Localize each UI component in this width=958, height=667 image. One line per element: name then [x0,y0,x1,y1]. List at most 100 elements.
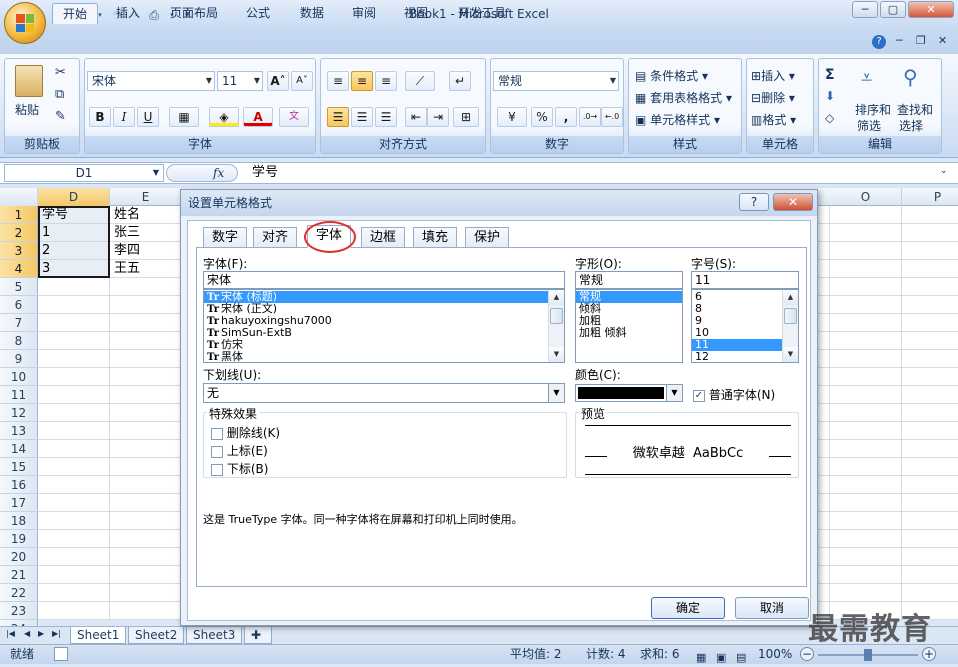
decrease-decimal-icon[interactable]: ←.0 [601,107,623,127]
column-header[interactable]: E [110,188,182,206]
increase-decimal-icon[interactable]: .0→ [579,107,601,127]
number-format-combo[interactable]: 常规 ▼ [493,71,619,91]
row-header[interactable]: 1 [0,206,38,224]
cancel-button[interactable]: 取消 [735,597,809,619]
find-select-label[interactable]: 查找和 [897,101,933,118]
font-list-scrollbar[interactable]: ▲ ▼ [548,290,564,362]
insert-function-icon[interactable]: fx [213,165,224,181]
scroll-down-icon[interactable]: ▼ [549,347,564,362]
color-picker[interactable]: ▼ [575,384,683,402]
list-item[interactable]: Tr 仿宋 [204,339,564,352]
row-header[interactable]: 4 [0,260,38,278]
merge-center-icon[interactable]: ⊞ [453,107,479,127]
sort-filter-label[interactable]: 排序和 [855,101,891,118]
scroll-up-icon[interactable]: ▲ [549,290,564,305]
expand-formula-bar-icon[interactable]: ⌄ [940,166,948,176]
list-item[interactable]: Tr 黑体 [204,351,564,363]
comma-button[interactable]: , [555,107,577,127]
help-icon[interactable]: ? [872,35,886,49]
last-sheet-icon[interactable]: ▶| [52,629,61,638]
office-button[interactable] [4,2,46,44]
align-center-icon[interactable]: ☰ [351,107,373,127]
workbook-close-icon[interactable]: ✕ [938,34,947,47]
underline-select[interactable]: 无 ▼ [203,383,565,403]
row-header[interactable]: 5 [0,278,38,296]
first-sheet-icon[interactable]: |◀ [6,629,15,638]
cell-e3[interactable]: 李四 [112,242,140,260]
row-header[interactable]: 15 [0,458,38,476]
sort-filter-icon[interactable]: ⩡ [861,65,872,89]
font-size-combo[interactable]: 11 ▼ [217,71,263,91]
table-format-button[interactable]: ▦ 套用表格格式 ▾ [635,89,732,106]
wrap-text-icon[interactable]: ↵ [449,71,471,91]
scroll-up-icon[interactable]: ▲ [783,290,798,305]
delete-cells-button[interactable]: ⊟删除 ▾ [751,89,795,106]
align-bottom-icon[interactable]: ≡ [375,71,397,91]
autosum-icon[interactable]: Σ [825,67,835,83]
scroll-thumb[interactable] [784,308,797,324]
column-header[interactable]: P [902,188,958,206]
ok-button[interactable]: 确定 [651,597,725,619]
list-item[interactable]: 加粗 倾斜 [576,327,682,339]
restore-button[interactable]: ▢ [880,1,906,18]
sheet-tab-3[interactable]: Sheet3 [186,627,243,644]
align-top-icon[interactable]: ≡ [327,71,349,91]
column-header[interactable]: D [38,188,110,206]
prev-sheet-icon[interactable]: ◀ [24,629,30,638]
row-header[interactable]: 13 [0,422,38,440]
grow-font-icon[interactable]: A˄ [267,71,289,91]
minimize-button[interactable]: ─ [852,1,878,18]
font-input[interactable]: 宋体 [203,271,565,289]
sort-filter-label-2[interactable]: 筛选 [857,117,881,134]
dialog-tab-alignment[interactable]: 对齐 [253,227,298,247]
cell-e1[interactable]: 姓名 [112,206,140,224]
name-box-dropdown-icon[interactable]: ▼ [153,165,159,181]
superscript-checkbox[interactable]: 上标(E) [211,442,268,459]
percent-button[interactable]: % [531,107,553,127]
sheet-tab-1[interactable]: Sheet1 [70,627,127,644]
dialog-tab-protection[interactable]: 保护 [465,227,510,247]
page-layout-view-icon[interactable]: ▣ [716,648,726,667]
bold-button[interactable]: B [89,107,111,127]
size-input[interactable]: 11 [691,271,799,289]
ribbon-minimize-icon[interactable]: ─ [896,34,903,47]
row-header[interactable]: 6 [0,296,38,314]
select-all-corner[interactable] [0,188,38,206]
cell-e4[interactable]: 王五 [112,260,140,278]
row-header[interactable]: 16 [0,476,38,494]
font-list[interactable]: Tr 宋体 (标题) Tr 宋体 (正文) Tr hakuyoxingshu7000 Tr S… [203,289,565,363]
increase-indent-icon[interactable]: ⇥ [427,107,449,127]
cell-style-button[interactable]: ▣ 单元格样式 ▾ [635,111,720,128]
macro-record-icon[interactable] [54,647,68,661]
row-header[interactable]: 2 [0,224,38,242]
row-header[interactable]: 3 [0,242,38,260]
row-header[interactable]: 12 [0,404,38,422]
style-list[interactable]: 常规 倾斜 加粗 加粗 倾斜 [575,289,683,363]
dialog-close-button[interactable]: ✕ [773,193,813,211]
copy-icon[interactable]: ⧉ [55,87,64,102]
row-header[interactable]: 22 [0,584,38,602]
row-header[interactable]: 8 [0,332,38,350]
paste-label[interactable]: 粘贴 [15,101,39,118]
row-header[interactable]: 10 [0,368,38,386]
number-format-dropdown-icon[interactable]: ▼ [610,72,616,90]
cell-e2[interactable]: 张三 [112,224,140,242]
insert-cells-button[interactable]: ⊞插入 ▾ [751,67,795,84]
close-button[interactable]: ✕ [908,1,954,18]
border-icon[interactable]: ▦ [169,107,199,127]
italic-button[interactable]: I [113,107,135,127]
color-dropdown-icon[interactable]: ▼ [666,385,682,401]
find-select-label-2[interactable]: 选择 [899,117,923,134]
shrink-font-icon[interactable]: A˅ [291,71,313,91]
strikethrough-checkbox[interactable]: 删除线(K) [211,424,280,441]
row-header[interactable]: 14 [0,440,38,458]
tab-developer[interactable]: 开发工具 [448,3,516,24]
phonetic-icon[interactable]: 文 [279,107,309,127]
format-painter-icon[interactable]: ✎ [55,109,66,124]
style-input[interactable]: 常规 [575,271,683,289]
row-header[interactable]: 18 [0,512,38,530]
row-header[interactable]: 20 [0,548,38,566]
format-cells-button[interactable]: ▥格式 ▾ [751,111,796,128]
cell-d4[interactable]: 3 [40,260,50,278]
align-left-icon[interactable]: ☰ [327,107,349,127]
